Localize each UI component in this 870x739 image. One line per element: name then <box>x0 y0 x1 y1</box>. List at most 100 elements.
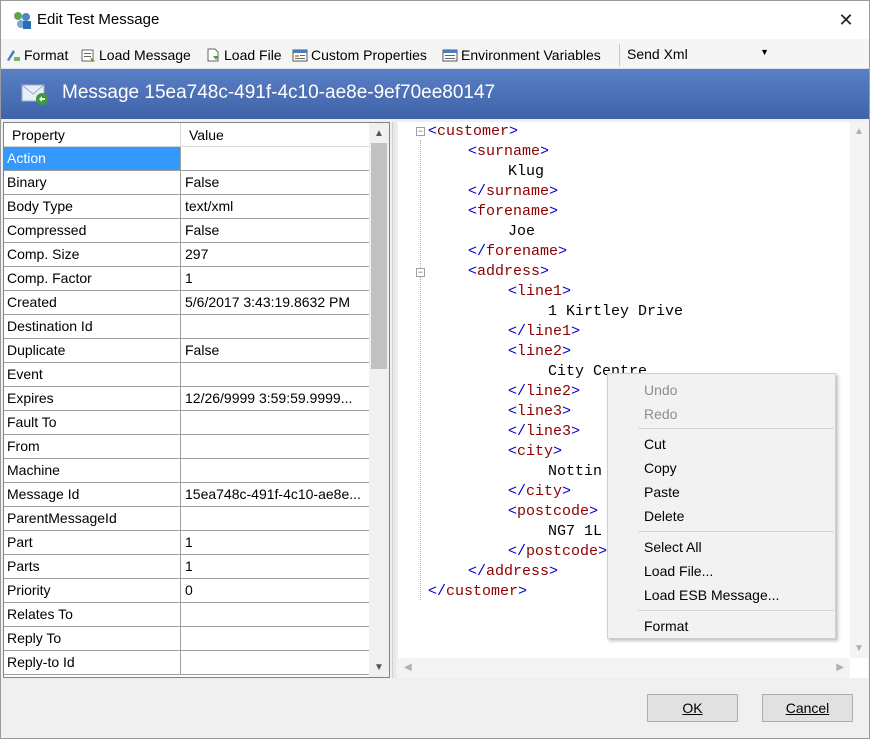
property-value[interactable]: False <box>181 219 369 242</box>
pane-splitter[interactable] <box>392 122 396 678</box>
property-name[interactable]: Body Type <box>4 195 181 218</box>
menu-item-load-file[interactable]: Load File... <box>608 559 835 583</box>
property-name[interactable]: Reply To <box>4 627 181 650</box>
property-value[interactable] <box>181 411 369 434</box>
property-name[interactable]: Event <box>4 363 181 386</box>
editor-vertical-scrollbar[interactable]: ▲ ▼ <box>850 122 868 658</box>
property-value[interactable]: 1 <box>181 267 369 290</box>
menu-item-copy[interactable]: Copy <box>608 456 835 480</box>
property-name[interactable]: Message Id <box>4 483 181 506</box>
menu-item-load-esb-message[interactable]: Load ESB Message... <box>608 583 835 607</box>
scroll-up-icon[interactable]: ▲ <box>369 123 389 143</box>
property-name[interactable]: Expires <box>4 387 181 410</box>
property-value[interactable] <box>181 603 369 626</box>
property-name[interactable]: Part <box>4 531 181 554</box>
property-value[interactable]: text/xml <box>181 195 369 218</box>
property-name[interactable]: Duplicate <box>4 339 181 362</box>
custom-properties-button[interactable]: Custom Properties <box>292 45 427 65</box>
grid-row[interactable]: Destination Id <box>4 315 369 339</box>
grid-row[interactable]: Binary False <box>4 171 369 195</box>
menu-item-delete[interactable]: Delete <box>608 504 835 528</box>
environment-variables-button[interactable]: Environment Variables <box>442 45 601 65</box>
grid-row[interactable]: Message Id 15ea748c-491f-4c10-ae8e... <box>4 483 369 507</box>
grid-row[interactable]: Parts 1 <box>4 555 369 579</box>
fold-collapse-icon[interactable]: − <box>416 268 425 277</box>
scroll-down-icon[interactable]: ▼ <box>854 643 864 654</box>
scroll-right-icon[interactable]: ▶ <box>836 662 844 673</box>
property-value[interactable]: False <box>181 171 369 194</box>
property-value[interactable]: False <box>181 339 369 362</box>
property-name[interactable]: Fault To <box>4 411 181 434</box>
property-name[interactable]: Action <box>4 147 181 170</box>
property-value[interactable] <box>181 363 369 386</box>
column-header-value[interactable]: Value <box>189 127 224 143</box>
property-name[interactable]: Destination Id <box>4 315 181 338</box>
property-value[interactable] <box>181 315 369 338</box>
grid-row[interactable]: Action <box>4 147 369 171</box>
close-icon[interactable]: ✕ <box>823 1 869 39</box>
grid-row[interactable]: ParentMessageId <box>4 507 369 531</box>
property-value[interactable]: 12/26/9999 3:59:59.9999... <box>181 387 369 410</box>
format-button[interactable]: Format <box>5 45 68 65</box>
property-name[interactable]: Priority <box>4 579 181 602</box>
scroll-thumb[interactable] <box>371 143 387 369</box>
property-value[interactable]: 1 <box>181 555 369 578</box>
grid-row[interactable]: Machine <box>4 459 369 483</box>
grid-row[interactable]: Comp. Factor 1 <box>4 267 369 291</box>
property-name[interactable]: Reply-to Id <box>4 651 181 674</box>
cancel-button[interactable]: Cancel <box>762 694 853 722</box>
property-value[interactable]: 5/6/2017 3:43:19.8632 PM <box>181 291 369 314</box>
property-name[interactable]: Relates To <box>4 603 181 626</box>
grid-row[interactable]: Compressed False <box>4 219 369 243</box>
grid-row[interactable]: Duplicate False <box>4 339 369 363</box>
fold-collapse-icon[interactable]: − <box>416 127 425 136</box>
menu-item-cut[interactable]: Cut <box>608 432 835 456</box>
menu-item-select-all[interactable]: Select All <box>608 535 835 559</box>
property-name[interactable]: From <box>4 435 181 458</box>
scroll-left-icon[interactable]: ◀ <box>404 662 412 673</box>
send-mode-dropdown[interactable]: Send Xml ▼ <box>623 43 773 67</box>
property-value[interactable] <box>181 459 369 482</box>
grid-row[interactable]: Part 1 <box>4 531 369 555</box>
property-value[interactable] <box>181 507 369 530</box>
grid-row[interactable]: Event <box>4 363 369 387</box>
load-message-button[interactable]: Load Message <box>80 45 191 65</box>
property-name[interactable]: Machine <box>4 459 181 482</box>
property-value[interactable]: 0 <box>181 579 369 602</box>
grid-row[interactable]: Priority 0 <box>4 579 369 603</box>
ok-button[interactable]: OK <box>647 694 738 722</box>
grid-row[interactable]: Fault To <box>4 411 369 435</box>
property-value[interactable]: 1 <box>181 531 369 554</box>
grid-row[interactable]: Body Type text/xml <box>4 195 369 219</box>
menu-item-undo[interactable]: Undo <box>608 378 835 402</box>
grid-row[interactable]: Expires 12/26/9999 3:59:59.9999... <box>4 387 369 411</box>
menu-item-format[interactable]: Format <box>608 614 835 638</box>
property-name[interactable]: Created <box>4 291 181 314</box>
editor-horizontal-scrollbar[interactable]: ◀ ▶ <box>398 658 850 678</box>
column-header-property[interactable]: Property <box>12 127 65 143</box>
property-name[interactable]: Parts <box>4 555 181 578</box>
property-value[interactable] <box>181 651 369 674</box>
menu-item-paste[interactable]: Paste <box>608 480 835 504</box>
grid-row[interactable]: From <box>4 435 369 459</box>
property-value[interactable] <box>181 435 369 458</box>
property-value[interactable] <box>181 147 369 170</box>
grid-row[interactable]: Reply To <box>4 627 369 651</box>
grid-scrollbar[interactable]: ▲ ▼ <box>369 123 389 677</box>
grid-row[interactable]: Reply-to Id <box>4 651 369 675</box>
grid-row[interactable]: Relates To <box>4 603 369 627</box>
property-name[interactable]: Comp. Factor <box>4 267 181 290</box>
load-file-button[interactable]: Load File <box>205 45 282 65</box>
property-value[interactable]: 15ea748c-491f-4c10-ae8e... <box>181 483 369 506</box>
property-name[interactable]: Binary <box>4 171 181 194</box>
property-name[interactable]: ParentMessageId <box>4 507 181 530</box>
grid-row[interactable]: Created 5/6/2017 3:43:19.8632 PM <box>4 291 369 315</box>
scroll-up-icon[interactable]: ▲ <box>854 126 864 137</box>
property-name[interactable]: Comp. Size <box>4 243 181 266</box>
property-value[interactable] <box>181 627 369 650</box>
grid-row[interactable]: Comp. Size 297 <box>4 243 369 267</box>
scroll-down-icon[interactable]: ▼ <box>369 657 389 677</box>
property-name[interactable]: Compressed <box>4 219 181 242</box>
property-value[interactable]: 297 <box>181 243 369 266</box>
menu-item-redo[interactable]: Redo <box>608 402 835 426</box>
